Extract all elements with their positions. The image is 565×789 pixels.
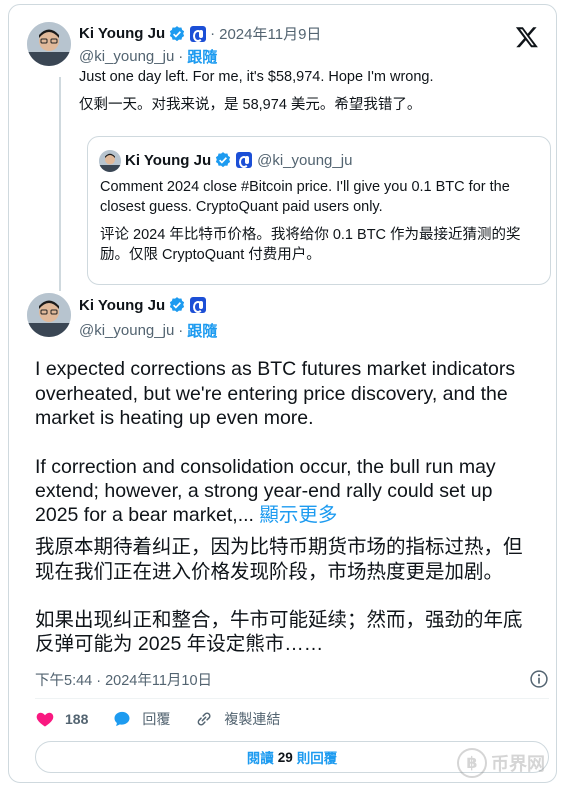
watermark-text: 币界网 — [491, 754, 545, 774]
quoted-author-row: Ki Young Ju @ki_young_ju — [125, 151, 352, 169]
read-replies-count: 29 — [277, 749, 293, 765]
tweet-card: Ki Young Ju · 2024年11月9日 @ki_young_ju · … — [8, 4, 557, 783]
author-avatar[interactable] — [27, 22, 71, 66]
quoted-author-avatar — [99, 150, 121, 172]
main-text-p2-line3: 2025 for a bear market,... — [35, 504, 254, 526]
avatar-image — [27, 293, 71, 337]
main-text-p2-line1: If correction and consolidation occur, t… — [35, 456, 496, 478]
link-icon — [197, 712, 211, 726]
post-date[interactable]: 2024年11月9日 — [219, 23, 321, 44]
quoted-text-en-line2: closest guess. CryptoQuant paid users on… — [100, 199, 383, 215]
main-text-p1-line1: I expected corrections as BTC futures ma… — [35, 358, 516, 380]
verified-badge-icon — [168, 296, 186, 314]
copy-link-button[interactable]: 複製連結 — [194, 709, 280, 729]
main-text-p2-line3-row: 2025 for a bear market,... 顯示更多 — [35, 503, 545, 528]
thread-connector — [59, 77, 61, 291]
verified-badge-icon — [168, 25, 186, 43]
quoted-tweet[interactable]: Ki Young Ju @ki_young_ju Comment 2024 cl… — [87, 136, 551, 285]
main-author-handle[interactable]: @ki_young_ju — [79, 322, 174, 339]
verified-badge-icon — [214, 151, 232, 169]
main-text-p1-line2: overheated, but we're entering price dis… — [35, 383, 508, 405]
read-replies-prefix: 閱讀 — [246, 751, 274, 766]
action-bar: 188 回覆 複製連結 — [35, 709, 304, 729]
post-timestamp[interactable]: 下午5:44 · 2024年11月10日 — [35, 669, 212, 690]
main-text-p1-line3: market is heating up even more. — [35, 407, 314, 429]
watermark-logo: ฿ 币界网 — [457, 748, 545, 778]
quoted-author-name: Ki Young Ju — [125, 151, 212, 169]
copy-link-label: 複製連結 — [224, 711, 281, 727]
reply-text-zh: 仅剩一天。对我来说，是 58,974 美元。希望我错了。 — [79, 97, 422, 113]
main-text-zh-p1-line1: 我原本期待着纠正，因为比特币期货市场的指标过热，但 — [35, 536, 523, 558]
read-replies-suffix: 則回覆 — [296, 751, 338, 766]
x-logo-icon[interactable] — [514, 25, 540, 49]
main-handle-row: @ki_young_ju · 跟隨 — [79, 320, 218, 341]
quoted-text-zh-line1: 评论 2024 年比特币价格。我将给你 0.1 BTC 作为最接近猜测的奖 — [100, 227, 521, 243]
divider — [35, 698, 549, 699]
author-name[interactable]: Ki Young Ju — [79, 25, 165, 42]
like-count: 188 — [65, 711, 89, 727]
reply-label: 回覆 — [142, 711, 171, 727]
info-icon[interactable] — [529, 669, 549, 689]
main-text-zh-p2-line2: 反弹可能为 2025 年设定熊市…… — [35, 633, 324, 655]
avatar-image — [27, 22, 71, 66]
main-author-avatar[interactable] — [27, 293, 71, 337]
speech-bubble-icon — [114, 711, 130, 727]
reply-button[interactable]: 回覆 — [112, 709, 170, 729]
like-button[interactable]: 188 — [35, 709, 88, 729]
author-handle[interactable]: @ki_young_ju — [79, 48, 174, 65]
avatar-image — [99, 150, 121, 172]
reply-author-row: Ki Young Ju · 2024年11月9日 — [79, 23, 322, 44]
quoted-text-en-line1: Comment 2024 close #Bitcoin price. I'll … — [100, 179, 510, 195]
main-text-zh-p1-line2: 现在我们正在进入价格发现阶段，市场热度更是加剧。 — [35, 561, 504, 583]
reply-handle-row: @ki_young_ju · 跟隨 — [79, 46, 218, 67]
affiliate-badge-icon — [236, 152, 253, 168]
reply-text-en: Just one day left. For me, it's $58,974.… — [79, 69, 434, 85]
main-follow-button[interactable]: 跟隨 — [187, 320, 217, 341]
follow-button[interactable]: 跟隨 — [187, 46, 217, 67]
main-text-p2-line2: extend; however, a strong year-end rally… — [35, 480, 493, 502]
main-author-row: Ki Young Ju — [79, 296, 207, 314]
main-text-zh-p2-line1: 如果出现纠正和整合，牛市可能延续；然而，强劲的年底 — [35, 609, 523, 631]
main-author-name[interactable]: Ki Young Ju — [79, 297, 165, 314]
quoted-author-handle: @ki_young_ju — [257, 151, 353, 169]
quoted-text-zh-line2: 励。仅限 CryptoQuant 付费用户。 — [100, 247, 321, 263]
show-more-link[interactable]: 顯示更多 — [259, 504, 337, 526]
bitcoin-coin-icon: ฿ — [457, 748, 487, 778]
affiliate-badge-icon[interactable] — [190, 25, 207, 42]
heart-icon — [36, 712, 54, 727]
affiliate-badge-icon[interactable] — [190, 297, 207, 313]
